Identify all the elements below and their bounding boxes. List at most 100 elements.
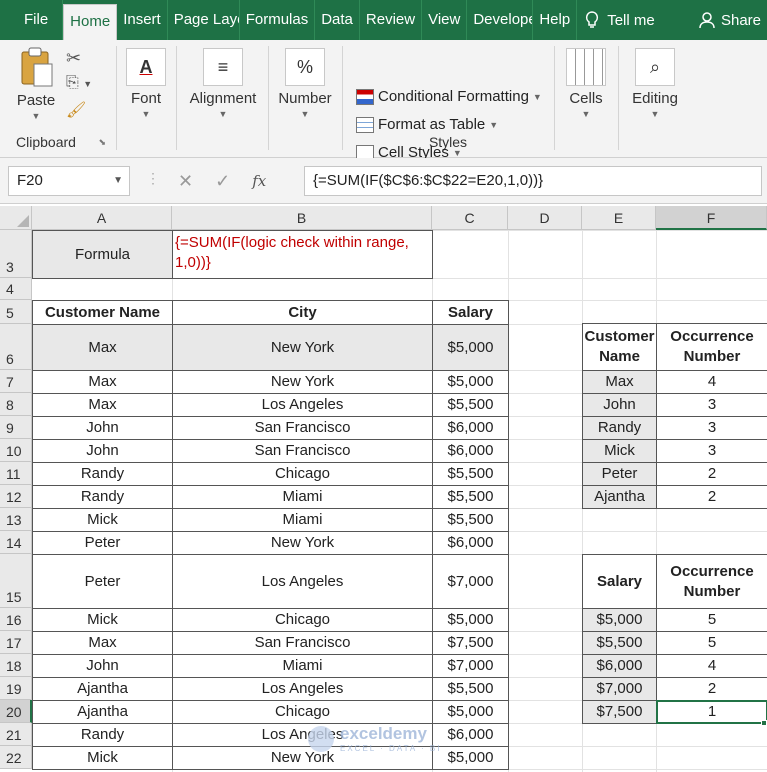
share-button[interactable]: Share bbox=[699, 11, 767, 29]
column-header-F[interactable]: F bbox=[656, 206, 767, 230]
row-header-22[interactable]: 22 bbox=[0, 746, 32, 769]
table-cell[interactable]: Peter bbox=[32, 531, 173, 555]
table-cell[interactable]: John bbox=[32, 439, 173, 463]
table-cell[interactable]: Ajantha bbox=[32, 700, 173, 724]
name-box[interactable]: F20 ▼ bbox=[8, 166, 130, 196]
row-header-21[interactable]: 21 bbox=[0, 723, 32, 746]
row-header-14[interactable]: 14 bbox=[0, 531, 32, 554]
table-cell[interactable]: Los Angeles bbox=[172, 554, 433, 609]
table-cell[interactable]: $5,500 bbox=[432, 508, 509, 532]
table-cell[interactable]: New York bbox=[172, 531, 433, 555]
table-cell[interactable]: $7,000 bbox=[432, 654, 509, 678]
salary-value-cell[interactable]: $7,000 bbox=[582, 677, 657, 701]
row-header-16[interactable]: 16 bbox=[0, 608, 32, 631]
table-cell[interactable]: Max bbox=[32, 631, 173, 655]
salary-occurrence-cell[interactable]: 5 bbox=[656, 631, 767, 655]
formula-label-cell[interactable]: Formula bbox=[32, 230, 173, 279]
table-header[interactable]: City bbox=[172, 300, 433, 325]
tab-help[interactable]: Help bbox=[533, 0, 578, 40]
column-header-B[interactable]: B bbox=[172, 206, 432, 230]
customer-name-header[interactable]: Customer Name bbox=[582, 323, 657, 371]
tab-insert[interactable]: Insert bbox=[117, 0, 168, 40]
format-as-table-button[interactable]: Format as Table ▼ bbox=[356, 116, 498, 133]
occurrence-cell[interactable]: 3 bbox=[656, 439, 767, 463]
customer-name-cell[interactable]: Mick bbox=[582, 439, 657, 463]
row-header-4[interactable]: 4 bbox=[0, 278, 32, 300]
conditional-formatting-button[interactable]: Conditional Formatting ▼ bbox=[356, 88, 542, 105]
editing-button[interactable]: ⌕ Editing ▼ bbox=[626, 48, 684, 119]
customer-name-cell[interactable]: John bbox=[582, 393, 657, 417]
tab-page-layout[interactable]: Page Layout bbox=[168, 0, 240, 40]
table-cell[interactable]: Peter bbox=[32, 554, 173, 609]
salary-occurrence-cell[interactable]: 4 bbox=[656, 654, 767, 678]
table-cell[interactable]: $5,500 bbox=[432, 485, 509, 509]
table-cell[interactable]: Chicago bbox=[172, 700, 433, 724]
salary-occurrence-cell[interactable]: 5 bbox=[656, 608, 767, 632]
table-cell[interactable]: $5,000 bbox=[432, 324, 509, 371]
table-cell[interactable]: $5,500 bbox=[432, 393, 509, 417]
table-cell[interactable]: Randy bbox=[32, 485, 173, 509]
table-cell[interactable]: New York bbox=[172, 370, 433, 394]
table-cell[interactable]: Mick bbox=[32, 746, 173, 770]
tell-me-box[interactable]: Tell me bbox=[577, 11, 663, 29]
tab-review[interactable]: Review bbox=[360, 0, 423, 40]
occurrence-cell[interactable]: 3 bbox=[656, 416, 767, 440]
table-cell[interactable]: Miami bbox=[172, 485, 433, 509]
paste-dropdown-icon[interactable]: ▼ bbox=[14, 111, 58, 121]
active-cell-f20[interactable]: 1 bbox=[656, 700, 767, 724]
table-cell[interactable]: $7,000 bbox=[432, 554, 509, 609]
tab-view[interactable]: View bbox=[422, 0, 468, 40]
table-header[interactable]: Customer Name bbox=[32, 300, 173, 325]
salary-value-cell[interactable]: $6,000 bbox=[582, 654, 657, 678]
table-cell[interactable]: Randy bbox=[32, 462, 173, 486]
row-header-8[interactable]: 8 bbox=[0, 393, 32, 416]
table-cell[interactable]: $5,000 bbox=[432, 700, 509, 724]
row-header-19[interactable]: 19 bbox=[0, 677, 32, 700]
table-cell[interactable]: John bbox=[32, 416, 173, 440]
occurrence-cell[interactable]: 3 bbox=[656, 393, 767, 417]
table-cell[interactable]: Los Angeles bbox=[172, 393, 433, 417]
enter-check-icon[interactable]: ✓ bbox=[215, 171, 230, 192]
formula-text-cell[interactable]: {=SUM(IF(logic check within range, 1,0))… bbox=[172, 230, 433, 279]
table-cell[interactable]: $6,000 bbox=[432, 416, 509, 440]
table-cell[interactable]: Los Angeles bbox=[172, 677, 433, 701]
table-cell[interactable]: Miami bbox=[172, 654, 433, 678]
number-button[interactable]: % Number ▼ bbox=[276, 48, 334, 119]
table-cell[interactable]: $6,000 bbox=[432, 723, 509, 747]
table-cell[interactable]: $5,000 bbox=[432, 608, 509, 632]
cut-icon[interactable]: ✂ bbox=[66, 48, 81, 69]
customer-name-cell[interactable]: Max bbox=[582, 370, 657, 394]
table-cell[interactable]: Mick bbox=[32, 608, 173, 632]
row-header-9[interactable]: 9 bbox=[0, 416, 32, 439]
table-cell[interactable]: John bbox=[32, 654, 173, 678]
table-cell[interactable]: San Francisco bbox=[172, 439, 433, 463]
tab-formulas[interactable]: Formulas bbox=[240, 0, 316, 40]
salary-occurrence-cell[interactable]: 2 bbox=[656, 677, 767, 701]
table-cell[interactable]: Max bbox=[32, 370, 173, 394]
row-header-7[interactable]: 7 bbox=[0, 370, 32, 393]
occurrence-cell[interactable]: 2 bbox=[656, 485, 767, 509]
table-cell[interactable]: Chicago bbox=[172, 462, 433, 486]
row-header-17[interactable]: 17 bbox=[0, 631, 32, 654]
font-button[interactable]: A Font ▼ bbox=[126, 48, 166, 119]
table-cell[interactable]: Miami bbox=[172, 508, 433, 532]
table-cell[interactable]: Max bbox=[32, 324, 173, 371]
column-header-C[interactable]: C bbox=[432, 206, 508, 230]
table-cell[interactable]: $5,000 bbox=[432, 746, 509, 770]
table-cell[interactable]: $5,000 bbox=[432, 370, 509, 394]
cancel-icon[interactable]: ✕ bbox=[178, 171, 193, 192]
row-header-13[interactable]: 13 bbox=[0, 508, 32, 531]
column-header-A[interactable]: A bbox=[32, 206, 172, 230]
occurrence-cell[interactable]: 2 bbox=[656, 462, 767, 486]
tab-developer[interactable]: Developer bbox=[467, 0, 534, 40]
row-header-15[interactable]: 15 bbox=[0, 554, 32, 608]
column-header-E[interactable]: E bbox=[582, 206, 656, 230]
salary-value-cell[interactable]: $5,500 bbox=[582, 631, 657, 655]
row-header-20[interactable]: 20 bbox=[0, 700, 32, 723]
table-cell[interactable]: San Francisco bbox=[172, 416, 433, 440]
copy-icon[interactable]: ⎘ ▼ bbox=[66, 74, 92, 92]
tab-file[interactable]: File bbox=[0, 0, 64, 40]
salary-header[interactable]: Salary bbox=[582, 554, 657, 609]
table-cell[interactable]: $6,000 bbox=[432, 531, 509, 555]
chevron-down-icon[interactable]: ▼ bbox=[113, 167, 123, 195]
